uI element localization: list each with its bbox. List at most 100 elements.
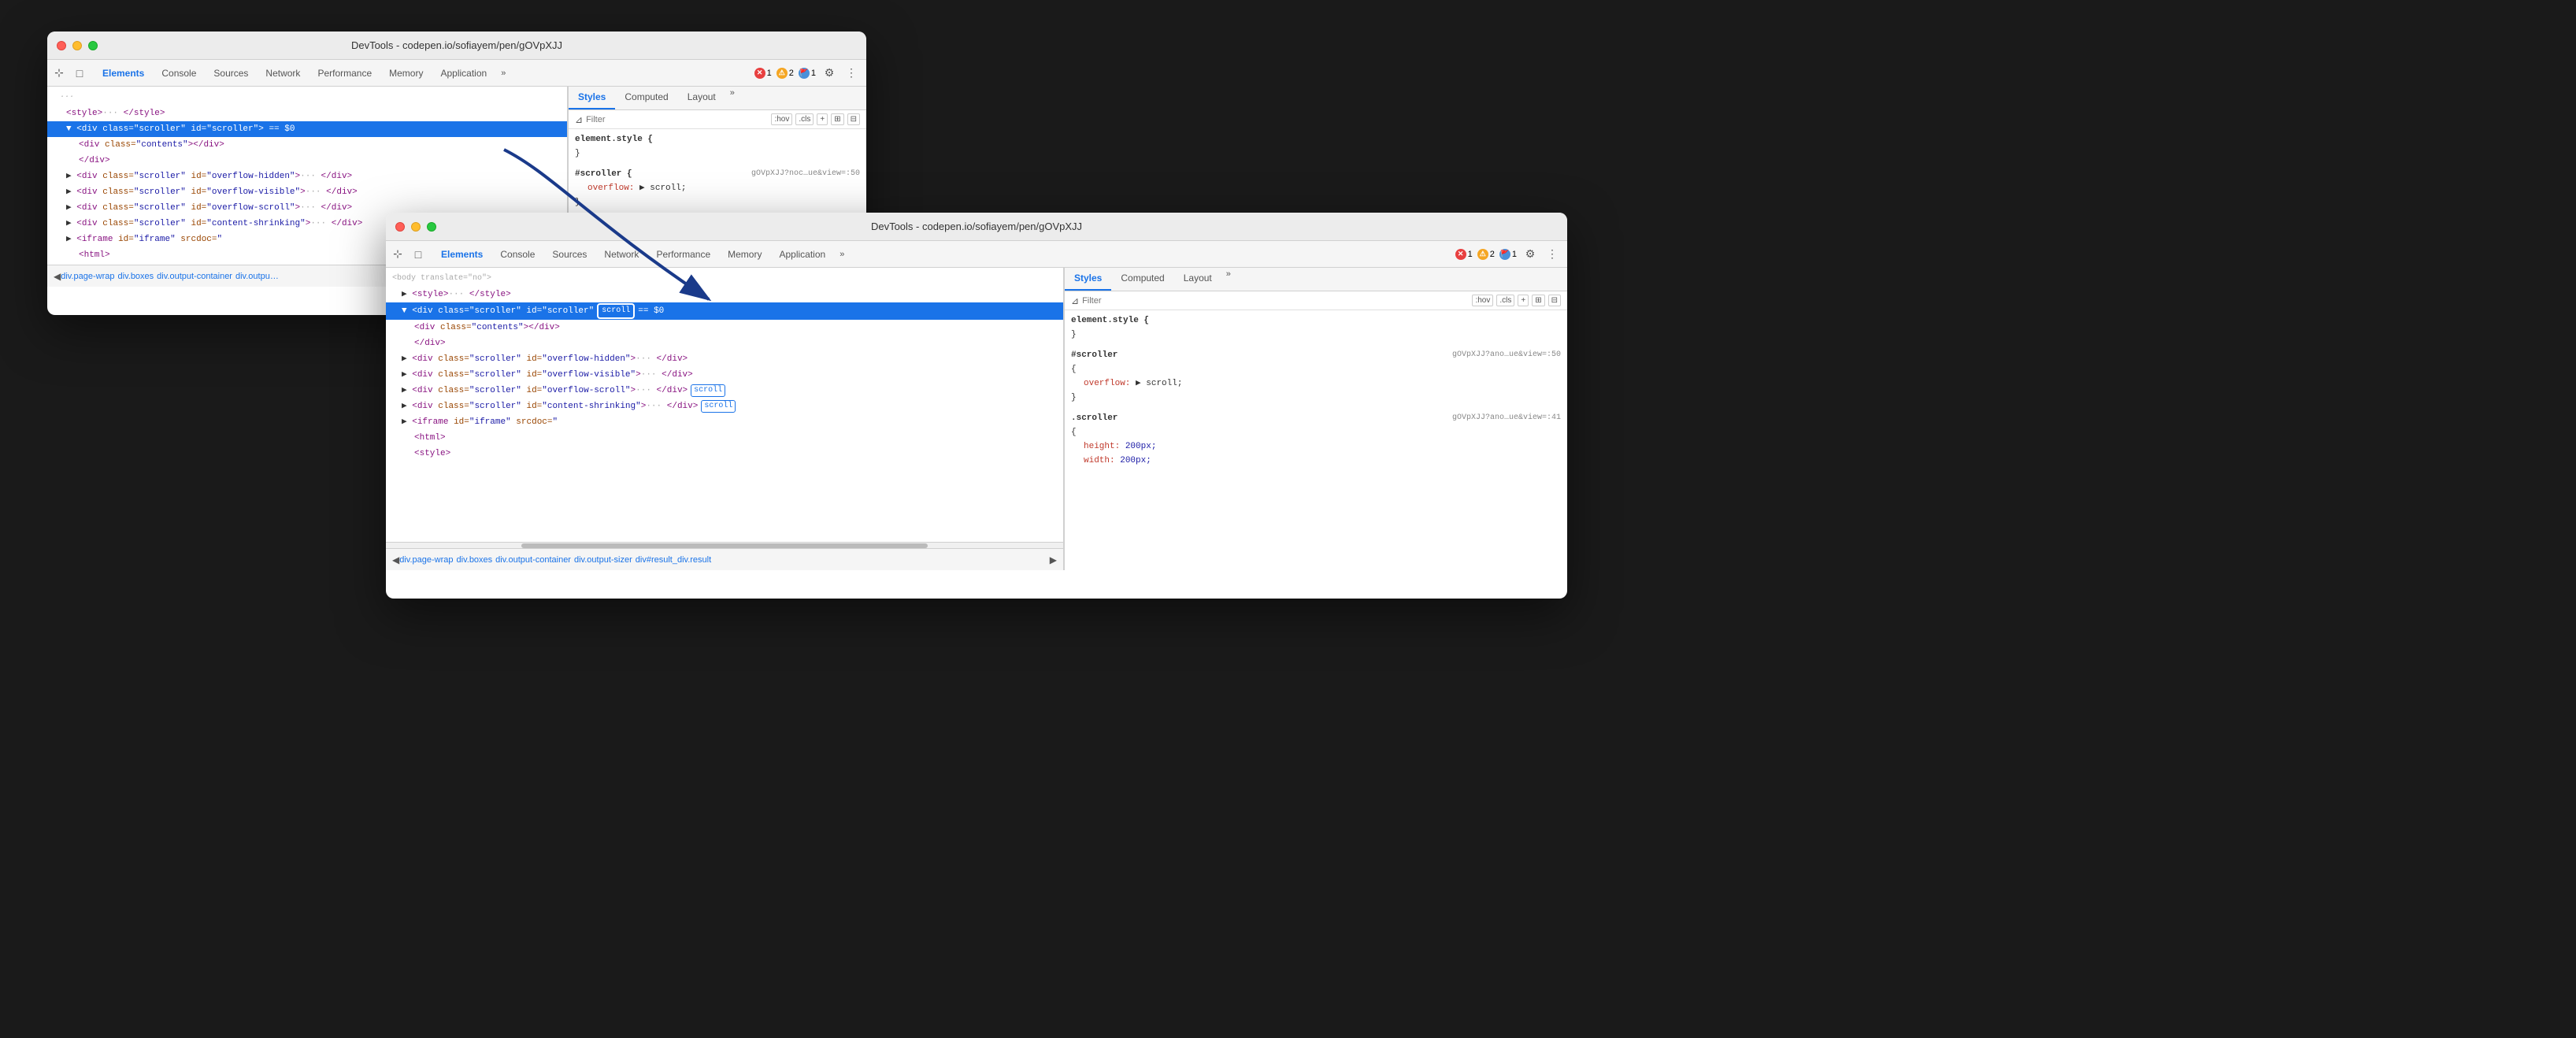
cls-button-1[interactable]: .cls <box>795 113 814 125</box>
filter-input-2[interactable] <box>1082 296 1469 306</box>
tab-elements-2[interactable]: Elements <box>433 246 491 263</box>
breadcrumb-item[interactable]: div.output-sizer <box>574 555 632 565</box>
elements-content-2: <body translate="no"> ▶ <style>··· </sty… <box>386 268 1063 465</box>
error-icon-2: ✕ <box>1455 249 1466 260</box>
close-button-1[interactable] <box>57 41 66 50</box>
nav-right-icon-2[interactable]: ▶ <box>1050 554 1057 565</box>
tab-application-1[interactable]: Application <box>432 65 495 82</box>
badge-row-2: ✕ 1 ⚠ 2 🚩 1 ⚙ ⋮ <box>1455 246 1564 263</box>
more-styles-tabs-1[interactable]: » <box>725 87 739 109</box>
maximize-button-1[interactable] <box>88 41 98 50</box>
toggle2-button-1[interactable]: ⊟ <box>847 113 860 125</box>
styles-tab-layout-2[interactable]: Layout <box>1174 268 1221 291</box>
nav-left-icon[interactable]: ◀ <box>54 271 61 282</box>
plus-button-2[interactable]: + <box>1518 295 1529 306</box>
html-line[interactable]: </div> <box>386 335 1063 351</box>
breadcrumb-item[interactable]: div.page-wrap <box>61 272 114 281</box>
minimize-button-1[interactable] <box>72 41 82 50</box>
tab-sources-2[interactable]: Sources <box>544 246 595 263</box>
html-line[interactable]: <style> <box>386 446 1063 462</box>
toggle1-button-1[interactable]: ⊞ <box>831 113 843 125</box>
info-badge-1: 🚩 1 <box>799 68 816 79</box>
html-line[interactable]: <div class="contents"></div> <box>47 137 567 153</box>
html-line[interactable]: <html> <box>386 430 1063 446</box>
tab-bar-1: ⊹ □ Elements Console Sources Network Per… <box>47 60 866 87</box>
tab-console-2[interactable]: Console <box>492 246 543 263</box>
cls-button-2[interactable]: .cls <box>1496 295 1514 306</box>
html-line[interactable]: ▶ <iframe id="iframe" srcdoc=" <box>386 414 1063 430</box>
maximize-button-2[interactable] <box>427 222 436 232</box>
html-line[interactable]: ▶ <div class="scroller" id="overflow-hid… <box>47 169 567 184</box>
html-line[interactable]: <div class="contents"></div> <box>386 320 1063 335</box>
breadcrumb-bar-2: ◀ div.page-wrap div.boxes div.output-con… <box>386 548 1063 570</box>
breadcrumb-item[interactable]: div.output-container <box>157 272 232 281</box>
more-tabs-1[interactable]: » <box>496 67 510 80</box>
styles-tab-computed-2[interactable]: Computed <box>1111 268 1173 291</box>
css-rule-element-style-1: element.style { } <box>569 129 866 164</box>
tab-performance-2[interactable]: Performance <box>648 246 718 263</box>
html-line[interactable]: ··· <box>47 90 567 106</box>
breadcrumb-item[interactable]: div.outpu… <box>235 272 279 281</box>
html-line[interactable]: ▶ <div class="scroller" id="content-shri… <box>386 399 1063 414</box>
tab-performance-1[interactable]: Performance <box>309 65 380 82</box>
more-styles-tabs-2[interactable]: » <box>1221 268 1236 291</box>
html-line-scroller-selected[interactable]: ▼ <div class="scroller" id="scroller" sc… <box>386 302 1063 320</box>
breadcrumb-item[interactable]: div.page-wrap <box>399 555 453 565</box>
scroll-badge-main: scroll <box>597 303 635 319</box>
tab-bar-2: ⊹ □ Elements Console Sources Network Per… <box>386 241 1567 268</box>
nav-left-icon-2[interactable]: ◀ <box>392 554 399 565</box>
html-line[interactable]: ▶ <style>··· </style> <box>386 287 1063 302</box>
settings-icon-2[interactable]: ⚙ <box>1522 246 1539 263</box>
toggle1-button-2[interactable]: ⊞ <box>1532 295 1544 306</box>
warning-icon-1: ⚠ <box>777 68 788 79</box>
inspect-icon[interactable]: □ <box>71 65 88 82</box>
html-line[interactable]: </div> <box>47 153 567 169</box>
css-rule-scroller-class-2: .scroller gOVpXJJ?ano…ue&view=:41 { heig… <box>1065 408 1567 471</box>
inspect-icon-2[interactable]: □ <box>410 246 427 263</box>
html-line[interactable]: ▶ <div class="scroller" id="overflow-vis… <box>386 367 1063 383</box>
breadcrumb-item[interactable]: div.boxes <box>118 272 154 281</box>
styles-tab-styles-2[interactable]: Styles <box>1065 268 1111 291</box>
cursor-icon[interactable]: ⊹ <box>50 65 68 82</box>
warning-badge-2: ⚠ 2 <box>1477 249 1495 260</box>
html-line[interactable]: ▶ <div class="scroller" id="overflow-hid… <box>386 351 1063 367</box>
html-line[interactable]: <style>··· </style> <box>47 106 567 121</box>
html-line[interactable]: ▶ <div class="scroller" id="overflow-scr… <box>386 383 1063 399</box>
error-badge-2: ✕ 1 <box>1455 249 1473 260</box>
tab-network-2[interactable]: Network <box>596 246 647 263</box>
filter-input-1[interactable] <box>586 115 768 124</box>
warning-badge-1: ⚠ 2 <box>777 68 794 79</box>
plus-button-1[interactable]: + <box>817 113 828 125</box>
styles-tab-computed[interactable]: Computed <box>615 87 677 109</box>
tab-application-2[interactable]: Application <box>771 246 833 263</box>
styles-tab-layout[interactable]: Layout <box>678 87 725 109</box>
filter-icon-2: ⊿ <box>1071 295 1079 306</box>
tab-network-1[interactable]: Network <box>258 65 308 82</box>
cursor-icon-2[interactable]: ⊹ <box>389 246 406 263</box>
tab-console-1[interactable]: Console <box>154 65 204 82</box>
minimize-button-2[interactable] <box>411 222 421 232</box>
horizontal-scrollbar-2[interactable] <box>386 542 1063 548</box>
html-line[interactable]: ▶ <div class="scroller" id="overflow-vis… <box>47 184 567 200</box>
more-options-icon-1[interactable]: ⋮ <box>843 65 860 82</box>
breadcrumb-item[interactable]: div#result_div.result <box>636 555 711 565</box>
window-title-2: DevTools - codepen.io/sofiayem/pen/gOVpX… <box>871 221 1082 232</box>
filter-icon-1: ⊿ <box>575 114 583 125</box>
breadcrumb-item[interactable]: div.output-container <box>495 555 571 565</box>
settings-icon-1[interactable]: ⚙ <box>821 65 838 82</box>
css-rule-element-style-2: element.style { } <box>1065 310 1567 345</box>
tab-memory-1[interactable]: Memory <box>381 65 431 82</box>
close-button-2[interactable] <box>395 222 405 232</box>
styles-tab-styles[interactable]: Styles <box>569 87 615 109</box>
tab-memory-2[interactable]: Memory <box>720 246 769 263</box>
tab-sources-1[interactable]: Sources <box>206 65 256 82</box>
hov-button-2[interactable]: :hov <box>1472 295 1493 306</box>
tab-elements-1[interactable]: Elements <box>95 65 152 82</box>
toggle2-button-2[interactable]: ⊟ <box>1548 295 1561 306</box>
html-line[interactable]: <body translate="no"> <box>386 271 1063 287</box>
breadcrumb-item[interactable]: div.boxes <box>457 555 493 565</box>
more-options-icon-2[interactable]: ⋮ <box>1544 246 1561 263</box>
html-line-selected[interactable]: ▼ <div class="scroller" id="scroller"> =… <box>47 121 567 137</box>
more-tabs-2[interactable]: » <box>835 248 849 261</box>
hov-button-1[interactable]: :hov <box>771 113 792 125</box>
